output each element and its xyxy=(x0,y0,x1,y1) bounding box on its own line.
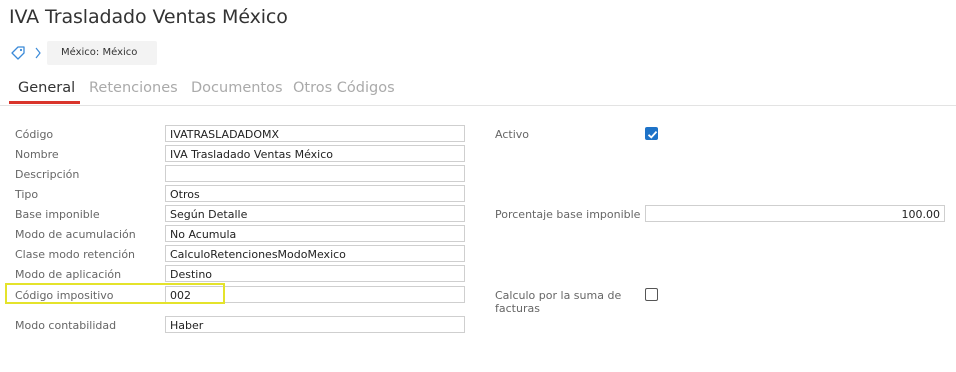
activo-checkbox[interactable] xyxy=(645,127,658,140)
nombre-field[interactable]: IVA Trasladado Ventas México xyxy=(165,145,465,162)
tag-icon[interactable] xyxy=(10,45,26,61)
chevron-right-icon xyxy=(35,47,41,59)
codigo-label: Código xyxy=(15,128,54,141)
tab-documentos[interactable]: Documentos xyxy=(191,80,283,96)
breadcrumb-item[interactable]: México: México xyxy=(47,41,157,65)
modo-contabilidad-field[interactable]: Haber xyxy=(165,316,465,333)
clase-modo-retencion-label: Clase modo retención xyxy=(15,248,136,261)
tipo-label: Tipo xyxy=(15,188,39,201)
descripcion-field[interactable] xyxy=(165,165,465,182)
tab-otros-codigos[interactable]: Otros Códigos xyxy=(293,80,395,96)
modo-contabilidad-label: Modo contabilidad xyxy=(15,319,117,332)
check-icon xyxy=(647,130,658,139)
tipo-field[interactable]: Otros xyxy=(165,185,465,202)
active-tab-indicator xyxy=(9,101,80,104)
tab-retenciones[interactable]: Retenciones xyxy=(89,80,178,96)
modo-aplicacion-field[interactable]: Destino xyxy=(165,265,465,282)
tab-bar: General Retenciones Documentos Otros Cód… xyxy=(0,80,956,106)
descripcion-label: Descripción xyxy=(15,168,80,181)
highlight-box xyxy=(5,283,225,304)
calculo-suma-checkbox[interactable] xyxy=(645,288,658,301)
calculo-suma-label: Calculo por la suma de xyxy=(495,289,622,302)
base-imponible-label: Base imponible xyxy=(15,208,100,221)
tab-general[interactable]: General xyxy=(18,80,75,96)
calculo-suma-label-2: facturas xyxy=(495,302,540,315)
modo-acumulacion-field[interactable]: No Acumula xyxy=(165,225,465,242)
porcentaje-base-label: Porcentaje base imponible xyxy=(495,208,641,221)
activo-label: Activo xyxy=(495,128,529,141)
tab-divider xyxy=(0,105,956,106)
base-imponible-field[interactable]: Según Detalle xyxy=(165,205,465,222)
porcentaje-base-field[interactable]: 100.00 xyxy=(645,205,945,222)
modo-acumulacion-label: Modo de acumulación xyxy=(15,228,136,241)
modo-aplicacion-label: Modo de aplicación xyxy=(15,268,122,281)
clase-modo-retencion-field[interactable]: CalculoRetencionesModoMexico xyxy=(165,245,465,262)
nombre-label: Nombre xyxy=(15,148,59,161)
page-title: IVA Trasladado Ventas México xyxy=(9,6,288,28)
codigo-field[interactable]: IVATRASLADADOMX xyxy=(165,125,465,142)
